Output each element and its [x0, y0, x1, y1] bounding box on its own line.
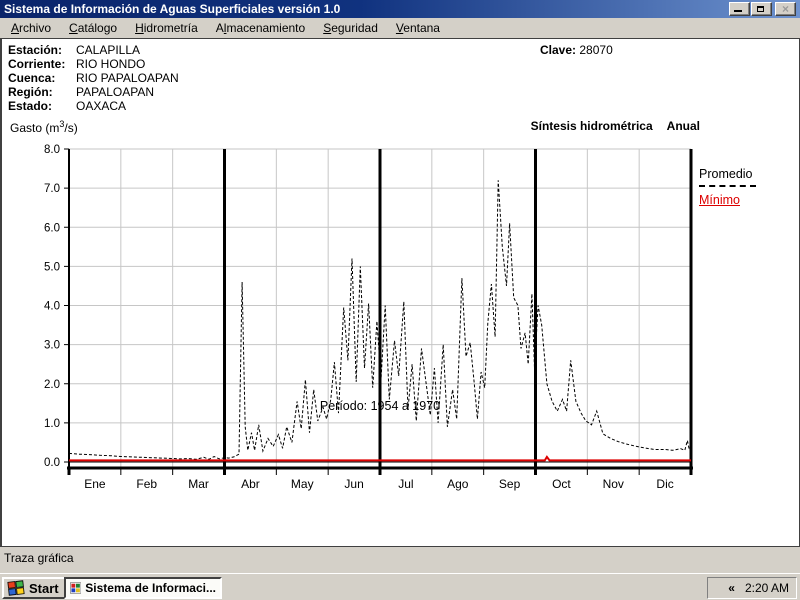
svg-text:Feb: Feb [136, 477, 157, 491]
station-row: Corriente:RIO HONDO [8, 57, 145, 71]
windows-logo-icon [7, 580, 25, 596]
close-icon: × [782, 4, 789, 14]
svg-text:Dic: Dic [656, 477, 673, 491]
start-label: Start [29, 581, 59, 596]
svg-text:6.0: 6.0 [44, 222, 60, 234]
restore-button[interactable] [751, 2, 772, 16]
client-area: Estación:CALAPILLA Corriente:RIO HONDO C… [0, 38, 800, 547]
window-title: Sistema de Información de Aguas Superfic… [4, 2, 340, 16]
menu-seguridad[interactable]: Seguridad [314, 19, 387, 37]
station-row: Estado:OAXACA [8, 99, 126, 113]
svg-text:8.0: 8.0 [44, 144, 60, 156]
svg-text:3.0: 3.0 [44, 340, 60, 352]
minimize-icon [734, 10, 742, 12]
title-bar: Sistema de Información de Aguas Superfic… [0, 0, 800, 18]
taskbar: Start Sistema de Informaci... « 2:20 AM [0, 573, 800, 600]
svg-text:Oct: Oct [552, 477, 571, 491]
menu-ventana[interactable]: Ventana [387, 19, 449, 37]
svg-text:Jun: Jun [344, 477, 363, 491]
app-window: Sistema de Información de Aguas Superfic… [0, 0, 800, 600]
legend-minimo-label: Mínimo [699, 193, 756, 207]
restore-icon [757, 6, 764, 12]
station-row: Región:PAPALOAPAN [8, 85, 154, 99]
svg-text:Jul: Jul [398, 477, 413, 491]
station-row: Cuenca:RIO PAPALOAPAN [8, 71, 179, 85]
svg-text:Ene: Ene [84, 477, 106, 491]
menu-catalogo[interactable]: Catálogo [60, 19, 126, 37]
legend-promedio-label: Promedio [699, 167, 756, 181]
svg-text:7.0: 7.0 [44, 183, 60, 195]
svg-text:2.0: 2.0 [44, 379, 60, 391]
clock: 2:20 AM [745, 581, 789, 595]
svg-text:Abr: Abr [241, 477, 260, 491]
menu-almacenamiento[interactable]: Almacenamiento [207, 19, 314, 37]
close-button[interactable]: × [775, 2, 796, 16]
task-label: Sistema de Informaci... [85, 581, 216, 595]
svg-text:Nov: Nov [603, 477, 624, 491]
tray-expand-button[interactable]: « [726, 581, 737, 595]
clave-field: Clave: 28070 [540, 43, 613, 57]
svg-text:5.0: 5.0 [44, 261, 60, 273]
chart-legend: Promedio Mínimo [699, 167, 756, 207]
start-button[interactable]: Start [2, 577, 67, 599]
y-axis-title: Gasto (m3/s) [10, 119, 78, 135]
menu-archivo[interactable]: Archivo [2, 19, 60, 37]
promedio-line-sample-icon [699, 185, 756, 187]
svg-text:0.0: 0.0 [44, 457, 60, 469]
titlebar-buttons: × [729, 2, 796, 16]
svg-text:Mar: Mar [188, 477, 209, 491]
status-text: Traza gráfica [4, 551, 74, 565]
svg-text:Sep: Sep [499, 477, 521, 491]
taskbar-task-sistema[interactable]: Sistema de Informaci... [64, 577, 222, 599]
app-icon [70, 581, 81, 595]
svg-text:Ago: Ago [447, 477, 469, 491]
svg-text:1.0: 1.0 [44, 418, 60, 430]
svg-text:4.0: 4.0 [44, 301, 60, 313]
status-bar: Traza gráfica [0, 547, 800, 573]
station-row: Estación:CALAPILLA [8, 43, 140, 57]
hydrograph-chart: 0.0 1.0 2.0 3.0 4.0 5.0 6.0 7.0 8.0 Ene Feb Mar Abr M… [2, 139, 762, 519]
menu-hidrometria[interactable]: Hidrometría [126, 19, 207, 37]
minimize-button[interactable] [729, 2, 750, 16]
menu-bar: Archivo Catálogo Hidrometría Almacenamie… [0, 18, 800, 38]
period-label: Período: 1954 a 1970 [69, 399, 691, 413]
chart-title: Síntesis hidrométrica Anual [530, 119, 700, 133]
svg-text:May: May [291, 477, 314, 491]
system-tray: « 2:20 AM [707, 577, 797, 599]
